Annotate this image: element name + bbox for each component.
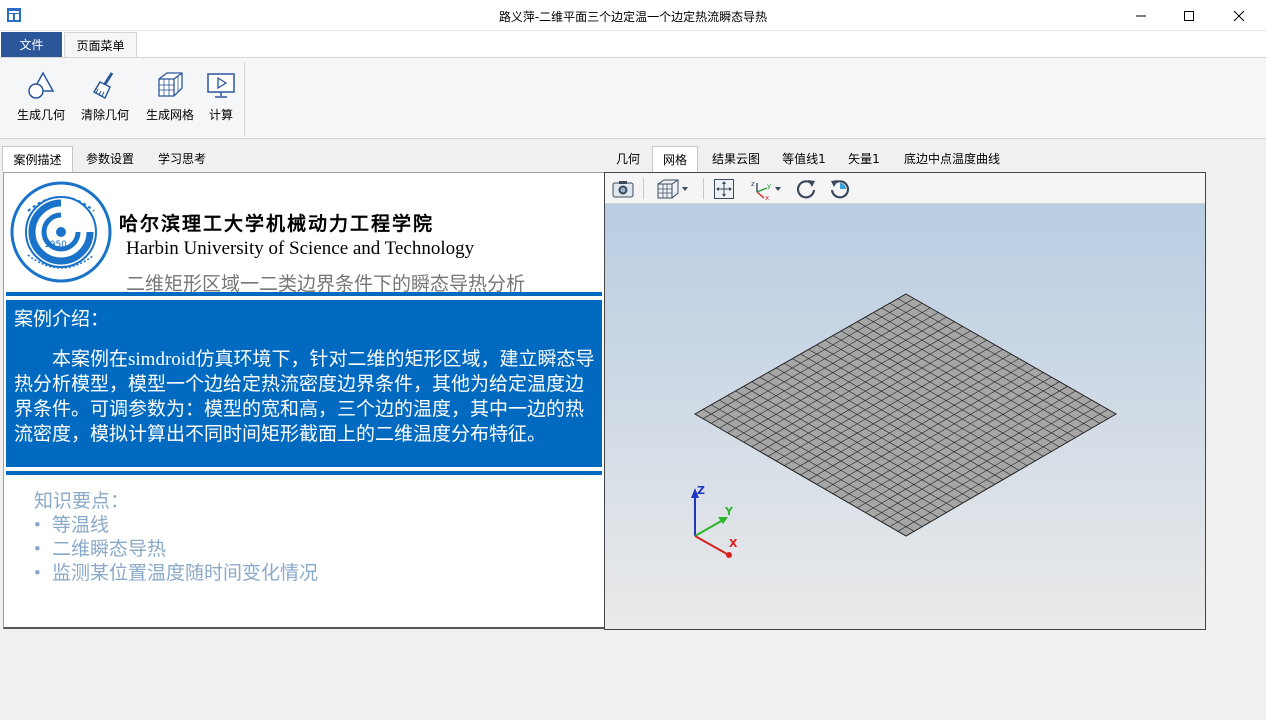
minimize-icon — [1136, 15, 1146, 16]
toolbar-divider — [643, 178, 644, 199]
compute-monitor-icon — [207, 73, 235, 98]
view-cube-button[interactable] — [651, 176, 695, 201]
close-icon — [1233, 10, 1245, 21]
knowledge-heading: 知识要点： — [34, 491, 130, 512]
axis-label-x: X — [729, 537, 738, 550]
tab-file[interactable]: 文件 — [1, 32, 62, 58]
axes-triad: Z Y X — [691, 484, 738, 558]
knowledge-item: • 等温线 — [34, 515, 110, 536]
svg-text:x: x — [765, 194, 769, 200]
intro-box: 案例介绍： 本案例在simdroid仿真环境下，针对二维的矩形区域，建立瞬态导热… — [6, 300, 602, 467]
tab-case-description[interactable]: 案例描述 — [2, 146, 73, 172]
school-name-en: Harbin University of Science and Technol… — [126, 238, 475, 259]
university-seal-icon: 1950 — [10, 181, 112, 283]
right-tabbar: 几何 网格 结果云图 等值线1 矢量1 底边中点温度曲线 — [605, 143, 1205, 172]
tab-study-thinking[interactable]: 学习思考 — [147, 146, 217, 172]
viewer-toolbar: z y x — [605, 173, 1205, 204]
knowledge-item: • 二维瞬态导热 — [34, 539, 167, 560]
fit-view-icon — [714, 178, 734, 199]
close-button[interactable] — [1216, 0, 1262, 31]
axis-label-y: Y — [724, 505, 734, 518]
axis-label-z: Z — [697, 484, 705, 497]
ribbon-panel: 生成几何 清除几何 生成网格 计算 — [0, 57, 1266, 139]
rotate-cw-icon — [796, 179, 816, 198]
case-description-panel: 1950 哈尔滨理工大学机械动力工程学院 Harbin University o… — [3, 172, 605, 629]
maximize-icon — [1184, 10, 1194, 21]
screenshot-button[interactable] — [609, 176, 637, 201]
toolbar-divider — [703, 178, 704, 199]
ribbon-divider — [244, 62, 245, 136]
school-name-cn: 哈尔滨理工大学机械动力工程学院 — [119, 213, 435, 235]
mesh-cube-icon — [158, 72, 183, 97]
tab-result-contour[interactable]: 结果云图 — [705, 146, 767, 172]
tab-page-menu[interactable]: 页面菜单 — [64, 32, 137, 58]
generate-geometry-label: 生成几何 — [16, 108, 65, 122]
3d-viewport[interactable]: Z Y X — [605, 204, 1205, 629]
generate-geometry-button[interactable]: 生成几何 — [12, 66, 70, 132]
knowledge-item-text: 二维瞬态导热 — [52, 539, 167, 560]
broom-icon — [92, 72, 114, 100]
compute-label: 计算 — [208, 108, 233, 122]
camera-icon — [612, 180, 634, 197]
tab-geometry[interactable]: 几何 — [611, 146, 645, 172]
knowledge-item-text: 等温线 — [52, 515, 110, 536]
generate-mesh-label: 生成网格 — [145, 108, 194, 122]
fit-view-button[interactable] — [709, 176, 739, 201]
clear-geometry-label: 清除几何 — [80, 108, 129, 122]
geometry-icon — [28, 71, 55, 99]
svg-text:y: y — [767, 182, 771, 190]
rotate-ccw-icon — [830, 179, 850, 198]
tab-isoline[interactable]: 等值线1 — [777, 146, 831, 172]
header-banner: 1950 哈尔滨理工大学机械动力工程学院 Harbin University o… — [4, 173, 604, 295]
chevron-down-icon — [775, 186, 781, 191]
mesh-plot: Z Y X — [691, 293, 1118, 558]
mesh-grid — [693, 293, 1118, 537]
view-cube-icon — [657, 179, 679, 198]
maximize-button[interactable] — [1166, 0, 1212, 31]
knowledge-item-text: 监测某位置温度随时间变化情况 — [52, 563, 319, 584]
compute-button[interactable]: 计算 — [204, 66, 238, 132]
intro-body: 本案例在simdroid仿真环境下，针对二维的矩形区域，建立瞬态导热分析模型，模… — [14, 349, 595, 445]
tab-parameter-settings[interactable]: 参数设置 — [75, 146, 145, 172]
viewer-panel: z y x Z Y X — [604, 172, 1206, 630]
divider-top — [6, 292, 602, 296]
svg-text:z: z — [751, 180, 755, 188]
tab-mesh[interactable]: 网格 — [652, 146, 698, 172]
divider-bottom — [6, 471, 602, 475]
clear-geometry-button[interactable]: 清除几何 — [76, 66, 134, 132]
tab-vector[interactable]: 矢量1 — [843, 146, 885, 172]
left-tabbar: 案例描述 参数设置 学习思考 — [0, 143, 605, 172]
chevron-down-icon — [682, 186, 688, 191]
seal-year: 1950 — [44, 240, 67, 250]
minimize-button[interactable] — [1118, 0, 1164, 31]
rotate-clockwise-button[interactable] — [793, 176, 819, 201]
generate-mesh-button[interactable]: 生成网格 — [140, 66, 200, 132]
axes-orientation-button[interactable]: z y x — [745, 176, 787, 201]
ribbon-tabs: 文件 页面菜单 — [0, 31, 1266, 58]
window-title: 路义萍-二维平面三个边定温一个边定热流瞬态导热 — [498, 10, 768, 24]
axes-orient-icon: z y x — [751, 180, 771, 200]
rotate-counterclockwise-button[interactable] — [827, 176, 853, 201]
intro-heading: 案例介绍： — [14, 309, 110, 330]
title-bar: 路义萍-二维平面三个边定温一个边定热流瞬态导热 — [0, 0, 1266, 31]
tab-bottom-midpoint-temp-curve[interactable]: 底边中点温度曲线 — [897, 146, 1007, 172]
knowledge-item: • 监测某位置温度随时间变化情况 — [34, 563, 319, 584]
